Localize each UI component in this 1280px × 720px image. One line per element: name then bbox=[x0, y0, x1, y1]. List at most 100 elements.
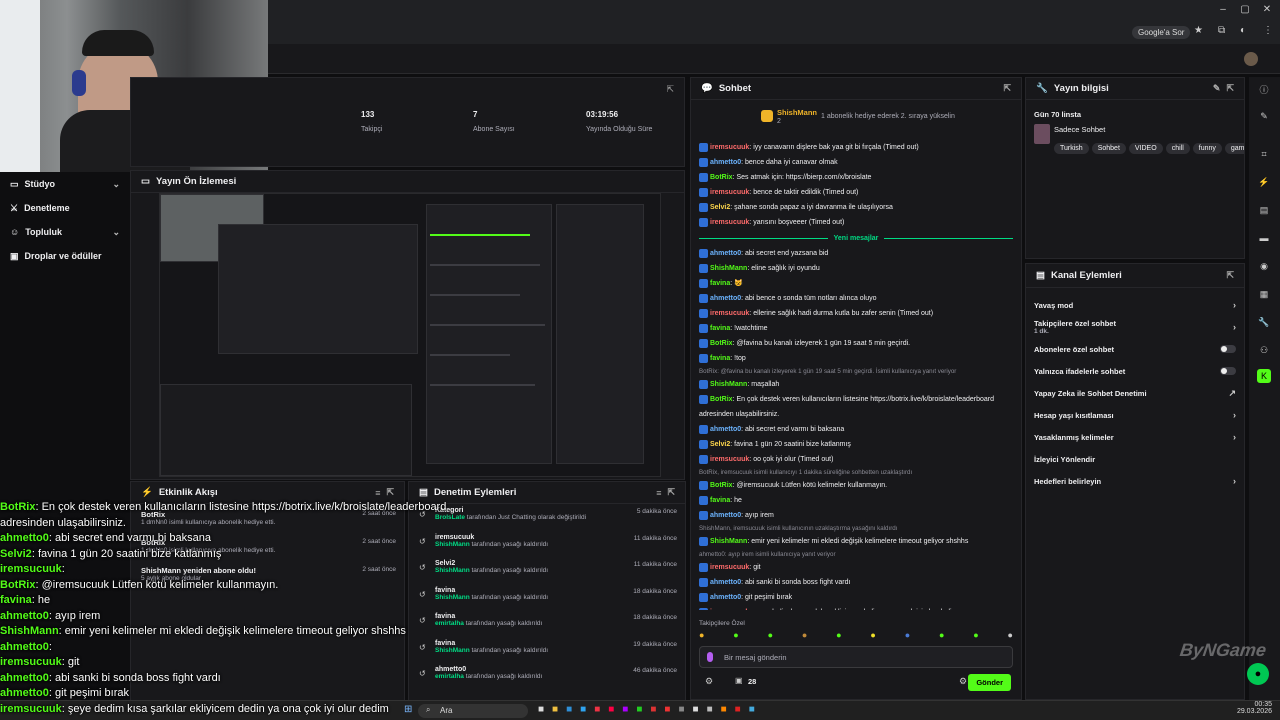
chat-message[interactable]: iremsucuuk: yarısını boşveeer (Timed out… bbox=[691, 215, 1021, 230]
emote-icon[interactable]: ● bbox=[939, 630, 944, 642]
popout-icon[interactable]: ⇱ bbox=[666, 84, 674, 95]
emote-icon[interactable]: ● bbox=[905, 630, 910, 642]
chat-input[interactable]: Bir mesaj gönderin bbox=[699, 646, 1013, 668]
chat-message[interactable]: BotRix: Ses atmak için: https://bierp.co… bbox=[691, 170, 1021, 185]
filter-icon[interactable]: ≡ bbox=[375, 488, 380, 498]
close-icon[interactable]: ✕ bbox=[1256, 4, 1278, 15]
chat-username[interactable]: ShishMann bbox=[710, 538, 747, 545]
channel-action-row[interactable]: Hesap yaşı kısıtlaması › bbox=[1026, 404, 1244, 426]
chat-username[interactable]: Selvi2 bbox=[710, 204, 730, 211]
chat-username[interactable]: ShishMann bbox=[710, 381, 747, 388]
chat-message[interactable]: ahmetto0: git peşimi bırak bbox=[691, 590, 1021, 605]
chat-message[interactable]: iremsucuuk: bence de taktir edildik (Tim… bbox=[691, 185, 1021, 200]
chat-message[interactable]: ahmetto0: bence daha iyi canavar olmak bbox=[691, 155, 1021, 170]
taskbar-app-icon[interactable]: ■ bbox=[580, 704, 586, 715]
settings-icon[interactable]: ⚙ bbox=[705, 676, 713, 687]
taskbar-app-icon[interactable]: ■ bbox=[664, 704, 670, 715]
chat-username[interactable]: BotRix bbox=[710, 482, 733, 489]
emote-icon[interactable]: ● bbox=[699, 630, 704, 642]
broadcast-icon[interactable]: ◉ bbox=[1257, 259, 1271, 273]
chat-message[interactable]: ahmetto0: ayıp irem bbox=[691, 508, 1021, 523]
taskbar-app-icon[interactable]: ■ bbox=[538, 704, 544, 715]
emote-icon[interactable]: ● bbox=[768, 630, 773, 642]
crop-icon[interactable]: ⌗ bbox=[1257, 147, 1271, 161]
chat-message[interactable]: ShishMann: emir yeni kelimeler mi ekledi… bbox=[691, 534, 1021, 549]
taskbar-app-icon[interactable]: ■ bbox=[636, 704, 642, 715]
send-button[interactable]: Gönder bbox=[968, 674, 1011, 691]
chat-message[interactable]: BotRix: @iremsucuuk Lütfen kötü kelimele… bbox=[691, 478, 1021, 493]
channel-action-row[interactable]: İzleyici Yönlendir bbox=[1026, 448, 1244, 470]
emote-icon[interactable]: ● bbox=[733, 630, 738, 642]
chat-username[interactable]: favina bbox=[710, 325, 730, 332]
user-avatar[interactable] bbox=[1244, 52, 1258, 66]
chat-message[interactable]: iremsucuuk: iyy canavarın dişlere bak ya… bbox=[691, 140, 1021, 155]
lightning-icon[interactable]: ⚡ bbox=[1257, 175, 1271, 189]
pinned-user[interactable]: ShishMann bbox=[777, 108, 817, 117]
chat-username[interactable]: ahmetto0 bbox=[710, 579, 741, 586]
taskbar-app-icon[interactable]: ■ bbox=[721, 704, 727, 715]
emote-picker-icon[interactable] bbox=[707, 652, 713, 662]
chat-username[interactable]: Selvi2 bbox=[710, 441, 730, 448]
emote-icon[interactable]: ● bbox=[973, 630, 978, 642]
chat-username[interactable]: BotRix bbox=[710, 396, 733, 403]
chat-username[interactable]: iremsucuuk bbox=[710, 219, 749, 226]
taskbar-app-icon[interactable]: ■ bbox=[608, 704, 614, 715]
channel-action-row[interactable]: Hedefleri belirleyin › bbox=[1026, 470, 1244, 492]
chat-message[interactable]: iremsucuuk: şeye dedim kısa şarkılar ekl… bbox=[691, 605, 1021, 610]
chat-icon[interactable]: ▬ bbox=[1257, 231, 1271, 245]
sidebar-item-drops[interactable]: ▣ Droplar ve ödüller bbox=[0, 244, 130, 268]
chat-username[interactable]: ShishMann bbox=[710, 265, 747, 272]
chat-message[interactable]: Selvi2: favina 1 gün 20 saatini bize kat… bbox=[691, 437, 1021, 452]
filter-icon[interactable]: ≡ bbox=[656, 488, 661, 498]
taskbar-app-icon[interactable]: ■ bbox=[678, 704, 684, 715]
chat-message[interactable]: Selvi2: şahane sonda papaz a iyi davranm… bbox=[691, 200, 1021, 215]
chat-username[interactable]: iremsucuuk bbox=[710, 456, 749, 463]
chat-username[interactable]: ahmetto0 bbox=[710, 426, 741, 433]
chat-username[interactable]: favina bbox=[710, 280, 730, 287]
tag-chip[interactable]: funny bbox=[1192, 143, 1222, 154]
google-ask-chip[interactable]: Google'a Sor bbox=[1132, 26, 1191, 39]
taskbar-app-icon[interactable]: ■ bbox=[552, 704, 558, 715]
popout-icon[interactable]: ⇱ bbox=[1226, 270, 1234, 281]
chat-username[interactable]: ahmetto0 bbox=[710, 250, 741, 257]
popout-icon[interactable]: ⇱ bbox=[1003, 83, 1011, 94]
sidebar-item-studio[interactable]: ▭ Stüdyo ⌄ bbox=[0, 172, 130, 196]
chat-message[interactable]: ahmetto0: abi secret end yazsana bid bbox=[691, 246, 1021, 261]
chat-username[interactable]: ahmetto0 bbox=[710, 159, 741, 166]
chat-message[interactable]: ShishMann: eline sağlık iyi oyundu bbox=[691, 261, 1021, 276]
taskbar-app-icon[interactable]: ■ bbox=[693, 704, 699, 715]
browser-menu-icon[interactable]: ⋮ bbox=[1263, 25, 1273, 36]
chat-message[interactable]: ahmetto0: abi secret end varmı bi baksan… bbox=[691, 422, 1021, 437]
tag-chip[interactable]: Sohbet bbox=[1091, 143, 1126, 154]
pen-icon[interactable]: ✎ bbox=[1257, 109, 1271, 123]
chat-bubble-icon[interactable]: ● bbox=[1247, 663, 1269, 685]
taskbar-app-icon[interactable]: ■ bbox=[707, 704, 713, 715]
chat-username[interactable]: ahmetto0 bbox=[710, 295, 741, 302]
preview-video[interactable] bbox=[159, 193, 661, 477]
channel-action-row[interactable]: Takipçilere özel sohbet 1 dk. › bbox=[1026, 316, 1244, 338]
taskbar-app-icon[interactable]: ■ bbox=[735, 704, 741, 715]
sidebar-item-community[interactable]: ☺ Topluluk ⌄ bbox=[0, 220, 130, 244]
popout-icon[interactable]: ⇱ bbox=[386, 487, 394, 498]
kick-icon[interactable]: K bbox=[1257, 369, 1271, 383]
minimize-icon[interactable]: – bbox=[1212, 4, 1234, 15]
layout-icon[interactable]: ▦ bbox=[1257, 287, 1271, 301]
taskbar-app-icon[interactable]: ■ bbox=[566, 704, 572, 715]
chat-message[interactable]: iremsucuuk: ellerine sağlık hadi durma k… bbox=[691, 306, 1021, 321]
chat-username[interactable]: iremsucuuk bbox=[710, 564, 749, 571]
bookmark-star-icon[interactable]: ★ bbox=[1194, 25, 1203, 36]
chat-username[interactable]: BotRix bbox=[710, 340, 733, 347]
channel-action-row[interactable]: Yavaş mod › bbox=[1026, 294, 1244, 316]
chat-username[interactable]: favina bbox=[710, 497, 730, 504]
emote-icon[interactable]: ● bbox=[1008, 630, 1013, 642]
chat-message[interactable]: ahmetto0: abi sanki bi sonda boss fight … bbox=[691, 575, 1021, 590]
popout-icon[interactable]: ⇱ bbox=[667, 487, 675, 498]
channel-action-row[interactable]: Yalnızca ifadelerle sohbet bbox=[1026, 360, 1244, 382]
chat-username[interactable]: favina bbox=[710, 355, 730, 362]
toggle-switch[interactable] bbox=[1220, 367, 1236, 375]
chat-message[interactable]: BotRix: @favina bu kanalı izleyerek 1 gü… bbox=[691, 336, 1021, 351]
channel-action-row[interactable]: Yapay Zeka ile Sohbet Denetimi ↗ bbox=[1026, 382, 1244, 404]
chat-message[interactable]: ShishMann: maşallah bbox=[691, 377, 1021, 392]
doc-icon[interactable]: ▤ bbox=[1257, 203, 1271, 217]
chat-message[interactable]: favina: !watchtime bbox=[691, 321, 1021, 336]
